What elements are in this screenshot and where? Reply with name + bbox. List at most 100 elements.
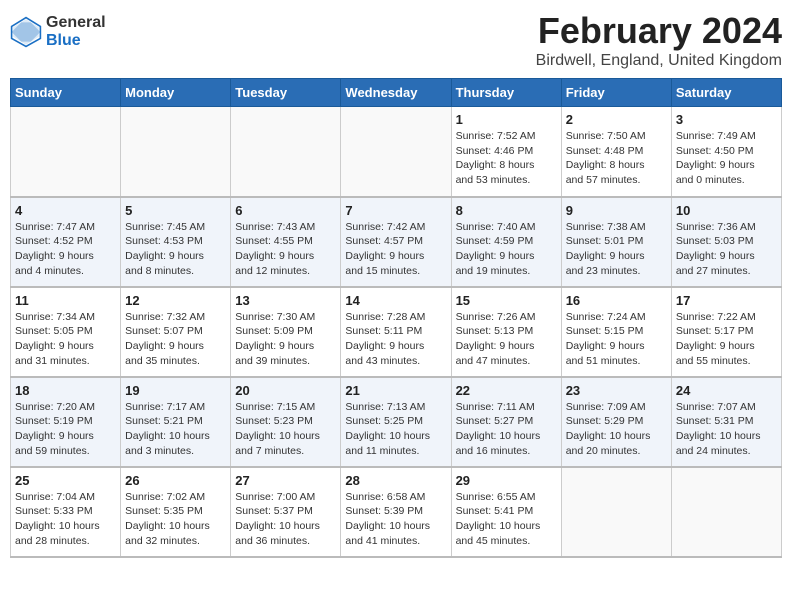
day-number: 24 bbox=[676, 383, 777, 398]
logo-blue: Blue bbox=[46, 32, 106, 50]
calendar-cell: 20Sunrise: 7:15 AMSunset: 5:23 PMDayligh… bbox=[231, 377, 341, 467]
day-number: 16 bbox=[566, 293, 667, 308]
calendar-cell: 11Sunrise: 7:34 AMSunset: 5:05 PMDayligh… bbox=[11, 287, 121, 377]
day-number: 13 bbox=[235, 293, 336, 308]
day-info: Sunrise: 7:04 AMSunset: 5:33 PMDaylight:… bbox=[15, 490, 116, 549]
day-number: 1 bbox=[456, 112, 557, 127]
calendar-header: SundayMondayTuesdayWednesdayThursdayFrid… bbox=[11, 79, 782, 107]
main-title: February 2024 bbox=[536, 10, 782, 52]
subtitle: Birdwell, England, United Kingdom bbox=[536, 52, 782, 70]
header-day-wednesday: Wednesday bbox=[341, 79, 451, 107]
day-info: Sunrise: 7:43 AMSunset: 4:55 PMDaylight:… bbox=[235, 220, 336, 279]
calendar-cell: 1 Sunrise: 7:52 AMSunset: 4:46 PMDaylight… bbox=[451, 107, 561, 197]
calendar-cell: 14 Sunrise: 7:28 AMSunset: 5:11 PMDayligh… bbox=[341, 287, 451, 377]
calendar-cell: 9 Sunrise: 7:38 AMSunset: 5:01 PMDaylight… bbox=[561, 197, 671, 287]
day-number: 14 bbox=[345, 293, 446, 308]
calendar-cell bbox=[11, 107, 121, 197]
header: General Blue February 2024 Birdwell, Eng… bbox=[10, 10, 782, 70]
calendar-cell: 8Sunrise: 7:40 AMSunset: 4:59 PMDaylight… bbox=[451, 197, 561, 287]
logo: General Blue bbox=[10, 10, 106, 49]
day-info: Sunrise: 7:36 AMSunset: 5:03 PMDaylight:… bbox=[676, 220, 777, 279]
calendar-cell: 29Sunrise: 6:55 AMSunset: 5:41 PMDayligh… bbox=[451, 467, 561, 557]
calendar-cell: 12Sunrise: 7:32 AMSunset: 5:07 PMDayligh… bbox=[121, 287, 231, 377]
day-number: 4 bbox=[15, 203, 116, 218]
header-day-friday: Friday bbox=[561, 79, 671, 107]
calendar-cell bbox=[341, 107, 451, 197]
day-info: Sunrise: 7:24 AMSunset: 5:15 PMDaylight:… bbox=[566, 310, 667, 369]
calendar-table: SundayMondayTuesdayWednesdayThursdayFrid… bbox=[10, 78, 782, 558]
calendar-cell: 4 Sunrise: 7:47 AMSunset: 4:52 PMDaylight… bbox=[11, 197, 121, 287]
day-number: 26 bbox=[125, 473, 226, 488]
logo-general: General bbox=[46, 14, 106, 32]
header-day-saturday: Saturday bbox=[671, 79, 781, 107]
calendar-cell: 22 Sunrise: 7:11 AMSunset: 5:27 PMDayligh… bbox=[451, 377, 561, 467]
day-number: 25 bbox=[15, 473, 116, 488]
logo-icon bbox=[10, 16, 42, 48]
day-info: Sunrise: 7:00 AMSunset: 5:37 PMDaylight:… bbox=[235, 490, 336, 549]
day-info: Sunrise: 7:30 AMSunset: 5:09 PMDaylight:… bbox=[235, 310, 336, 369]
week-row-1: 1 Sunrise: 7:52 AMSunset: 4:46 PMDaylight… bbox=[11, 107, 782, 197]
day-number: 6 bbox=[235, 203, 336, 218]
calendar-cell: 6 Sunrise: 7:43 AMSunset: 4:55 PMDaylight… bbox=[231, 197, 341, 287]
calendar-cell: 17 Sunrise: 7:22 AMSunset: 5:17 PMDayligh… bbox=[671, 287, 781, 377]
calendar-cell: 2 Sunrise: 7:50 AMSunset: 4:48 PMDaylight… bbox=[561, 107, 671, 197]
day-number: 15 bbox=[456, 293, 557, 308]
week-row-5: 25 Sunrise: 7:04 AMSunset: 5:33 PMDayligh… bbox=[11, 467, 782, 557]
calendar-cell bbox=[561, 467, 671, 557]
calendar-cell: 23Sunrise: 7:09 AMSunset: 5:29 PMDayligh… bbox=[561, 377, 671, 467]
calendar-cell: 25 Sunrise: 7:04 AMSunset: 5:33 PMDayligh… bbox=[11, 467, 121, 557]
calendar-cell: 26 Sunrise: 7:02 AMSunset: 5:35 PMDayligh… bbox=[121, 467, 231, 557]
day-info: Sunrise: 7:47 AMSunset: 4:52 PMDaylight:… bbox=[15, 220, 116, 279]
calendar-cell bbox=[231, 107, 341, 197]
calendar-cell: 5Sunrise: 7:45 AMSunset: 4:53 PMDaylight… bbox=[121, 197, 231, 287]
calendar-body: 1 Sunrise: 7:52 AMSunset: 4:46 PMDaylight… bbox=[11, 107, 782, 557]
day-info: Sunrise: 7:40 AMSunset: 4:59 PMDaylight:… bbox=[456, 220, 557, 279]
day-number: 11 bbox=[15, 293, 116, 308]
day-info: Sunrise: 7:42 AMSunset: 4:57 PMDaylight:… bbox=[345, 220, 446, 279]
day-info: Sunrise: 7:32 AMSunset: 5:07 PMDaylight:… bbox=[125, 310, 226, 369]
week-row-2: 4 Sunrise: 7:47 AMSunset: 4:52 PMDaylight… bbox=[11, 197, 782, 287]
calendar-cell: 10 Sunrise: 7:36 AMSunset: 5:03 PMDayligh… bbox=[671, 197, 781, 287]
calendar-cell: 15 Sunrise: 7:26 AMSunset: 5:13 PMDayligh… bbox=[451, 287, 561, 377]
header-day-sunday: Sunday bbox=[11, 79, 121, 107]
day-number: 18 bbox=[15, 383, 116, 398]
day-info: Sunrise: 7:26 AMSunset: 5:13 PMDaylight:… bbox=[456, 310, 557, 369]
day-info: Sunrise: 6:58 AMSunset: 5:39 PMDaylight:… bbox=[345, 490, 446, 549]
day-info: Sunrise: 7:52 AMSunset: 4:46 PMDaylight:… bbox=[456, 129, 557, 188]
day-number: 27 bbox=[235, 473, 336, 488]
day-info: Sunrise: 7:20 AMSunset: 5:19 PMDaylight:… bbox=[15, 400, 116, 459]
calendar-cell: 27 Sunrise: 7:00 AMSunset: 5:37 PMDayligh… bbox=[231, 467, 341, 557]
calendar-cell: 19 Sunrise: 7:17 AMSunset: 5:21 PMDayligh… bbox=[121, 377, 231, 467]
day-number: 22 bbox=[456, 383, 557, 398]
day-number: 19 bbox=[125, 383, 226, 398]
title-area: February 2024 Birdwell, England, United … bbox=[536, 10, 782, 70]
calendar-cell: 13 Sunrise: 7:30 AMSunset: 5:09 PMDayligh… bbox=[231, 287, 341, 377]
day-info: Sunrise: 7:38 AMSunset: 5:01 PMDaylight:… bbox=[566, 220, 667, 279]
day-info: Sunrise: 7:17 AMSunset: 5:21 PMDaylight:… bbox=[125, 400, 226, 459]
calendar-cell bbox=[121, 107, 231, 197]
day-number: 2 bbox=[566, 112, 667, 127]
day-number: 21 bbox=[345, 383, 446, 398]
calendar-cell bbox=[671, 467, 781, 557]
calendar-cell: 24Sunrise: 7:07 AMSunset: 5:31 PMDayligh… bbox=[671, 377, 781, 467]
day-info: Sunrise: 7:50 AMSunset: 4:48 PMDaylight:… bbox=[566, 129, 667, 188]
day-number: 17 bbox=[676, 293, 777, 308]
day-number: 29 bbox=[456, 473, 557, 488]
day-info: Sunrise: 7:02 AMSunset: 5:35 PMDaylight:… bbox=[125, 490, 226, 549]
day-info: Sunrise: 7:13 AMSunset: 5:25 PMDaylight:… bbox=[345, 400, 446, 459]
day-number: 9 bbox=[566, 203, 667, 218]
calendar-cell: 21 Sunrise: 7:13 AMSunset: 5:25 PMDayligh… bbox=[341, 377, 451, 467]
day-number: 3 bbox=[676, 112, 777, 127]
day-number: 10 bbox=[676, 203, 777, 218]
header-day-thursday: Thursday bbox=[451, 79, 561, 107]
calendar-cell: 16 Sunrise: 7:24 AMSunset: 5:15 PMDayligh… bbox=[561, 287, 671, 377]
day-info: Sunrise: 7:28 AMSunset: 5:11 PMDaylight:… bbox=[345, 310, 446, 369]
header-day-monday: Monday bbox=[121, 79, 231, 107]
day-info: Sunrise: 7:22 AMSunset: 5:17 PMDaylight:… bbox=[676, 310, 777, 369]
day-number: 7 bbox=[345, 203, 446, 218]
header-row: SundayMondayTuesdayWednesdayThursdayFrid… bbox=[11, 79, 782, 107]
day-info: Sunrise: 7:15 AMSunset: 5:23 PMDaylight:… bbox=[235, 400, 336, 459]
day-number: 28 bbox=[345, 473, 446, 488]
day-info: Sunrise: 7:11 AMSunset: 5:27 PMDaylight:… bbox=[456, 400, 557, 459]
day-info: Sunrise: 7:45 AMSunset: 4:53 PMDaylight:… bbox=[125, 220, 226, 279]
